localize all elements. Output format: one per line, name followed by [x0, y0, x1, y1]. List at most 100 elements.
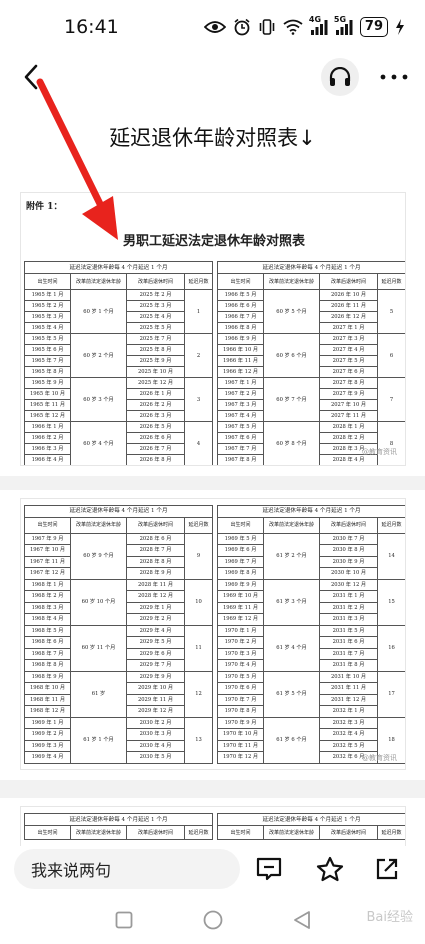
birth-date-cell: 1966 年 7 月 — [217, 311, 265, 323]
table-column-row: 出生时间 改革前法定退休年龄 改革后退休时间 延迟月数 — [24, 516, 214, 534]
headphone-icon — [329, 67, 351, 86]
document-image[interactable]: 延迟法定退休年龄每 4 个月延迟 1 个月 出生时间 改革前法定退休年龄 改革后退休时… — [20, 498, 406, 770]
table-main-header: 延迟法定退休年龄每 4 个月延迟 1 个月 — [217, 505, 405, 518]
retirement-time-cell: 2027 年 11 月 — [319, 410, 379, 422]
column-header: 出生时间 — [217, 273, 265, 290]
birth-date-cell: 1968 年 5 月 — [24, 624, 71, 637]
triangle-back-icon — [294, 911, 310, 929]
birth-date-cell: 1967 年 5 月 — [217, 421, 265, 433]
retirement-time-cell: 2029 年 7 月 — [126, 659, 185, 672]
delay-months-cell: 3 — [183, 377, 214, 422]
retirement-time-cell: 2025 年 2 月 — [126, 289, 185, 301]
delay-months-cell: 14 — [377, 532, 405, 580]
birth-date-cell: 1965 年 1 月 — [24, 289, 71, 301]
retirement-time-cell: 2026 年 10 月 — [319, 289, 379, 301]
comment-input[interactable]: 我来说两句 — [14, 849, 240, 889]
birth-date-cell: 1969 年 1 月 — [24, 716, 71, 729]
retirement-time-cell: 2026 年 12 月 — [319, 311, 379, 323]
listen-button[interactable] — [321, 58, 359, 96]
column-header: 出生时间 — [24, 273, 71, 290]
document-image[interactable]: 附件 1： 男职工延迟法定退休年龄对照表 延迟法定退休年龄每 4 个月延迟 1 … — [20, 192, 406, 466]
retirement-time-cell: 2029 年 11 月 — [126, 693, 185, 706]
table-header-row: 延迟法定退休年龄每 4 个月延迟 1 个月 — [217, 813, 405, 826]
table-main-header: 延迟法定退休年龄每 4 个月延迟 1 个月 — [217, 261, 405, 274]
birth-date-cell: 1970 年 1 月 — [217, 624, 265, 637]
retirement-time-cell: 2032 年 5 月 — [319, 739, 379, 752]
birth-date-cell: 1967 年 1 月 — [217, 377, 265, 389]
birth-date-cell: 1970 年 3 月 — [217, 647, 265, 660]
birth-date-cell: 1968 年 12 月 — [24, 705, 71, 718]
retirement-age-cell: 60 岁 6 个月 — [263, 333, 321, 378]
birth-date-cell: 1968 年 2 月 — [24, 590, 71, 603]
delay-months-cell: 8 — [377, 421, 405, 465]
more-dots-icon — [380, 74, 408, 80]
table-row: 1965 年 1 月 60 岁 1 个月 2025 年 2 月1 — [24, 289, 214, 334]
birth-date-cell: 1969 年 11 月 — [217, 601, 265, 614]
retirement-time-cell: 2027 年 3 月 — [319, 333, 379, 345]
image-divider — [0, 780, 425, 798]
signal-5g-label: 5G — [333, 15, 347, 24]
top-nav — [0, 54, 425, 100]
retirement-age-cell: 61 岁 4 个月 — [263, 624, 321, 672]
retirement-time-cell: 2030 年 4 月 — [126, 739, 185, 752]
delay-months-cell: 13 — [183, 716, 214, 764]
birth-date-cell: 1969 年 7 月 — [217, 555, 265, 568]
retirement-time-cell: 2029 年 5 月 — [126, 636, 185, 649]
back-arrow-icon — [24, 64, 38, 90]
retirement-time-cell: 2030 年 5 月 — [126, 751, 185, 764]
retirement-time-cell: 2028 年 9 月 — [126, 567, 185, 580]
birth-date-cell: 1968 年 11 月 — [24, 693, 71, 706]
retirement-time-cell: 2027 年 4 月 — [319, 344, 379, 356]
birth-date-cell: 1967 年 4 月 — [217, 410, 265, 422]
retirement-age-cell: 60 岁 5 个月 — [263, 289, 321, 334]
column-header: 改革前法定退休年龄 — [263, 273, 321, 290]
back-nav-button[interactable] — [290, 908, 314, 932]
table-header-row: 延迟法定退休年龄每 4 个月延迟 1 个月 — [217, 505, 405, 518]
retirement-time-cell: 2028 年 11 月 — [126, 578, 185, 591]
table-pair: 延迟法定退休年龄每 4 个月延迟 1 个月 出生时间 改革前法定退休年龄 改革后退休时… — [23, 261, 405, 465]
comment-button[interactable] — [252, 852, 286, 886]
birth-date-cell: 1965 年 3 月 — [24, 311, 71, 323]
back-button[interactable] — [14, 60, 48, 94]
table-row: 1969 年 9 月 61 岁 3 个月 2030 年 12 月 15 — [217, 578, 405, 626]
delay-months-cell: 7 — [377, 377, 405, 422]
image-divider — [0, 476, 425, 490]
retirement-time-cell: 2029 年 12 月 — [126, 705, 185, 718]
column-header: 改革后退休时间 — [126, 273, 185, 290]
wifi-icon — [283, 17, 303, 37]
column-header: 改革前法定退休年龄 — [70, 516, 127, 534]
home-button[interactable] — [201, 908, 225, 932]
birth-date-cell: 1966 年 3 月 — [24, 443, 71, 455]
share-button[interactable] — [370, 852, 404, 886]
favorite-button[interactable] — [313, 852, 347, 886]
retirement-time-cell: 2028 年 7 月 — [126, 544, 185, 557]
birth-date-cell: 1965 年 6 月 — [24, 344, 71, 356]
birth-date-cell: 1970 年 7 月 — [217, 693, 265, 706]
table-row: 1967 年 9 月 60 岁 9 个月 2028 年 6 月9 — [24, 532, 214, 580]
column-header: 改革后退休时间 — [319, 516, 379, 534]
recents-button[interactable] — [112, 908, 136, 932]
retirement-time-cell: 2029 年 4 月 — [126, 624, 185, 637]
retirement-time-cell: 2028 年 2 月 — [319, 432, 379, 444]
birth-date-cell: 1967 年 3 月 — [217, 399, 265, 411]
retirement-age-cell: 61 岁 6 个月 — [263, 716, 321, 764]
table-row: 1970 年 1 月 61 岁 4 个月 2031 年 5 月 16 — [217, 624, 405, 672]
retirement-time-cell: 2025 年 5 月 — [126, 322, 185, 334]
share-icon — [376, 858, 398, 880]
document-image[interactable]: 延迟法定退休年龄每 4 个月延迟 1 个月 出生时间 改革前法定退休年龄 改革后退休时… — [20, 806, 406, 846]
retirement-age-cell: 61 岁 1 个月 — [70, 716, 127, 764]
retirement-time-cell: 2031 年 12 月 — [319, 693, 379, 706]
retirement-time-cell: 2030 年 3 月 — [126, 728, 185, 741]
retirement-time-cell: 2026 年 6 月 — [126, 432, 185, 444]
retirement-time-cell: 2031 年 1 月 — [319, 590, 379, 603]
column-header: 出生时间 — [24, 825, 71, 840]
retirement-time-cell: 2032 年 3 月 — [319, 716, 379, 729]
retirement-time-cell: 2027 年 10 月 — [319, 399, 379, 411]
table-pair: 延迟法定退休年龄每 4 个月延迟 1 个月 出生时间 改革前法定退休年龄 改革后退休时… — [23, 505, 405, 764]
table-pair: 延迟法定退休年龄每 4 个月延迟 1 个月 出生时间 改革前法定退休年龄 改革后退休时… — [23, 813, 405, 840]
birth-date-cell: 1965 年 7 月 — [24, 355, 71, 367]
more-button[interactable] — [374, 60, 414, 94]
retirement-time-cell: 2031 年 3 月 — [319, 613, 379, 626]
birth-date-cell: 1968 年 1 月 — [24, 578, 71, 591]
birth-date-cell: 1966 年 9 月 — [217, 333, 265, 345]
